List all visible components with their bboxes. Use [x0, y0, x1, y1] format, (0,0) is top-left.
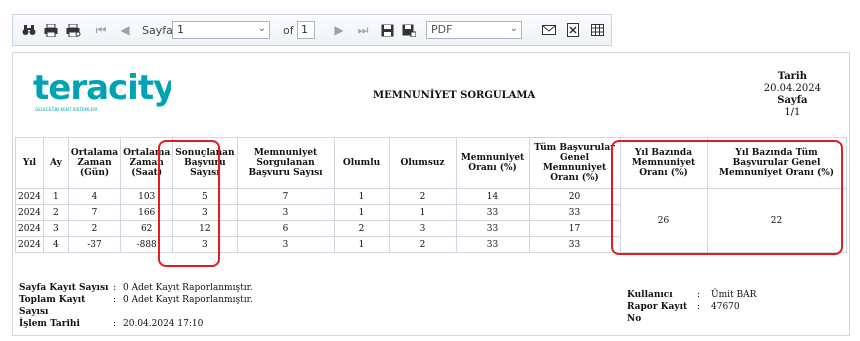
table-cell: 20 — [528, 188, 621, 205]
table-cell: 33 — [455, 236, 530, 253]
col-negative: Olumsuz — [388, 137, 457, 189]
date-value: 20.04.2024 — [763, 83, 821, 94]
table-cell: 2 — [388, 236, 457, 253]
footer-row: Sayfa Kayıt Sayısı : 0 Adet Kayıt Raporl… — [19, 282, 253, 294]
table-cell: 2024 — [15, 220, 44, 237]
of-label: of — [283, 24, 294, 37]
page-label: Sayfa — [777, 95, 808, 106]
table-cell: 3 — [236, 204, 335, 221]
table-cell: 1 — [42, 188, 69, 205]
total-pages-value: 1 — [301, 23, 308, 36]
highlight-year-rate-columns — [611, 140, 843, 255]
table-grid-icon[interactable] — [589, 22, 605, 38]
col-month: Ay — [42, 137, 69, 189]
print-icon[interactable] — [43, 22, 59, 38]
table-cell: 17 — [528, 220, 621, 237]
save-as-icon[interactable] — [401, 22, 417, 38]
first-page-icon[interactable]: ⏮ — [93, 22, 109, 38]
footer-row: Kullanıcı : Ümit BAR — [627, 289, 756, 301]
svg-text:GELECEĞİN KENT SİSTEMLERİ: GELECEĞİN KENT SİSTEMLERİ — [35, 107, 97, 112]
total-count-label: Toplam Kayıt Sayısı — [19, 295, 86, 317]
footer-row: Rapor Kayıt No : 47670 — [627, 301, 756, 325]
print-preview-icon[interactable] — [65, 22, 81, 38]
table-cell: 2 — [42, 204, 69, 221]
report-page: teracity GELECEĞİN KENT SİSTEMLERİ MEMNU… — [12, 52, 850, 336]
table-cell: 3 — [236, 236, 335, 253]
table-cell: 2024 — [15, 204, 44, 221]
total-pages-box: 1 — [297, 21, 315, 39]
teracity-logo: teracity GELECEĞİN KENT SİSTEMLERİ — [33, 68, 171, 112]
page-select-value: 1 — [177, 23, 184, 36]
table-cell: 33 — [455, 220, 530, 237]
export-format-value: PDF — [431, 23, 453, 36]
next-page-icon[interactable]: ▶ — [331, 22, 347, 38]
table-cell: 33 — [455, 204, 530, 221]
table-cell: 33 — [528, 236, 621, 253]
save-icon[interactable] — [379, 22, 395, 38]
table-cell: 2024 — [15, 236, 44, 253]
total-count-value: 0 Adet Kayıt Raporlanmıştır. — [123, 295, 253, 305]
table-cell: 1 — [333, 204, 390, 221]
table-cell: 7 — [236, 188, 335, 205]
footer-row: Toplam Kayıt Sayısı : 0 Adet Kayıt Rapor… — [19, 294, 253, 318]
user-value: Ümit BAR — [711, 290, 757, 300]
report-toolbar: ⏮ ◀ Sayfa 1 ⌄ of 1 ▶ ⏭ PDF ⌄ — [12, 14, 612, 46]
report-footer-left: Sayfa Kayıt Sayısı : 0 Adet Kayıt Raporl… — [19, 282, 253, 330]
page-value: 1/1 — [784, 107, 801, 118]
process-date-value: 20.04.2024 17:10 — [123, 319, 204, 329]
page-label: Sayfa — [142, 24, 173, 37]
table-cell: 6 — [236, 220, 335, 237]
page-select[interactable]: 1 ⌄ — [172, 21, 270, 39]
report-title: MEMNUNİYET SORGULAMA — [373, 90, 536, 101]
separator: : — [113, 319, 117, 329]
table-cell: 2 — [67, 220, 122, 237]
chevron-down-icon: ⌄ — [257, 23, 266, 34]
report-footer-right: Kullanıcı : Ümit BAR Rapor Kayıt No : 47… — [627, 289, 756, 325]
footer-row: İşlem Tarihi : 20.04.2024 17:10 — [19, 318, 253, 330]
table-cell: 3 — [42, 220, 69, 237]
table-cell: 4 — [42, 236, 69, 253]
mail-icon[interactable] — [541, 22, 557, 38]
svg-text:teracity: teracity — [33, 68, 171, 108]
prev-page-icon[interactable]: ◀ — [117, 22, 133, 38]
table-cell: 33 — [528, 204, 621, 221]
excel-icon[interactable] — [565, 22, 581, 38]
table-cell: 14 — [455, 188, 530, 205]
separator: : — [697, 302, 701, 312]
table-cell: 1 — [388, 204, 457, 221]
col-queried-count: Memnuniyet Sorgulanan Başvuru Sayısı — [236, 137, 335, 189]
col-avg-days: Ortalama Zaman (Gün) — [67, 137, 122, 189]
table-cell: -37 — [67, 236, 122, 253]
binoculars-icon[interactable] — [21, 22, 37, 38]
table-cell: 1 — [333, 236, 390, 253]
separator: : — [113, 283, 117, 293]
page-count-label: Sayfa Kayıt Sayısı — [19, 283, 109, 293]
table-cell: 1 — [333, 188, 390, 205]
report-meta: Tarih 20.04.2024 Sayfa 1/1 — [764, 71, 821, 119]
date-label: Tarih — [777, 71, 808, 82]
page-count-value: 0 Adet Kayıt Raporlanmıştır. — [123, 283, 253, 293]
separator: : — [697, 290, 701, 300]
separator: : — [113, 295, 117, 305]
chevron-down-icon: ⌄ — [509, 23, 518, 34]
process-date-label: İşlem Tarihi — [19, 319, 80, 329]
table-cell: 4 — [67, 188, 122, 205]
record-no-value: 47670 — [711, 302, 740, 312]
table-cell: 2 — [333, 220, 390, 237]
user-label: Kullanıcı — [627, 290, 673, 300]
col-satisfaction-rate: Memnuniyet Oranı (%) — [455, 137, 530, 189]
export-format-select[interactable]: PDF ⌄ — [426, 21, 522, 39]
table-cell: 3 — [388, 220, 457, 237]
col-general-rate: Tüm Başvurular Genel Memnuniyet Oranı (%… — [528, 137, 621, 189]
highlight-concluded-column — [158, 140, 220, 267]
last-page-icon[interactable]: ⏭ — [355, 22, 371, 38]
table-cell: 2 — [388, 188, 457, 205]
record-no-label: Rapor Kayıt No — [627, 302, 688, 324]
col-positive: Olumlu — [333, 137, 390, 189]
col-year: Yıl — [15, 137, 44, 189]
table-cell: 7 — [67, 204, 122, 221]
table-cell: 2024 — [15, 188, 44, 205]
